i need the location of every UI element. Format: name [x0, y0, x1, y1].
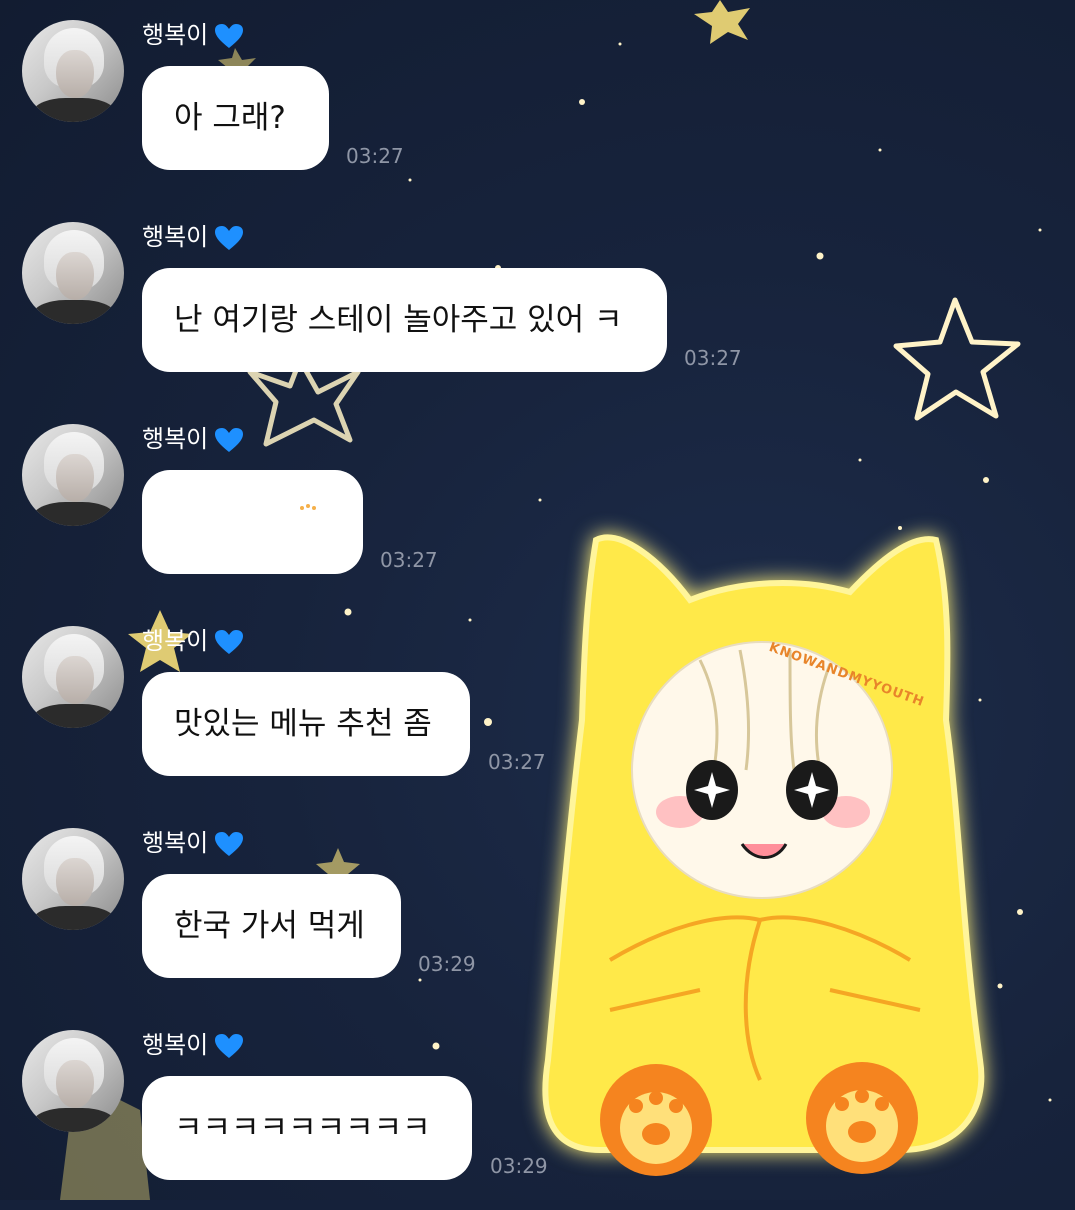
message-time: 03:29	[490, 1154, 548, 1178]
message-bubble[interactable]: ㅋㅋㅋㅋㅋㅋㅋㅋㅋ	[142, 1076, 472, 1180]
sparkle-icon	[300, 504, 316, 510]
message-row: 행복이 난 여기랑 스테이 놀아주고 있어 ㅋ 03:27	[0, 202, 1075, 402]
sender-name: 행복이	[142, 424, 244, 454]
message-time: 03:27	[488, 750, 546, 774]
message-bubble[interactable]: 난 여기랑 스테이 놀아주고 있어 ㅋ	[142, 268, 667, 372]
sender-name: 행복이	[142, 626, 244, 656]
message-text: 맛있는 메뉴 추천 좀	[174, 706, 432, 742]
avatar[interactable]	[22, 1030, 124, 1132]
blue-heart-icon	[215, 428, 244, 452]
message-text: 난 여기랑 스테이 놀아주고 있어 ㅋ	[174, 302, 623, 338]
message-text: 아 그래?	[174, 100, 286, 136]
message-row: 행복이 맛있는 메뉴 추천 좀 03:27	[0, 606, 1075, 806]
avatar[interactable]	[22, 20, 124, 122]
message-time: 03:27	[684, 346, 742, 370]
message-row: 행복이 한국 가서 먹게 03:29	[0, 808, 1075, 1008]
avatar[interactable]	[22, 222, 124, 324]
blue-heart-icon	[215, 630, 244, 654]
sender-name: 행복이	[142, 1030, 244, 1060]
message-text: 한국 가서 먹게	[174, 908, 365, 944]
blue-heart-icon	[215, 1034, 244, 1058]
message-time: 03:27	[380, 548, 438, 572]
message-row: 행복이 아 그래? 03:27	[0, 0, 1075, 200]
blue-heart-icon	[215, 226, 244, 250]
message-bubble[interactable]	[142, 470, 363, 574]
sender-name: 행복이	[142, 222, 244, 252]
message-time: 03:29	[418, 952, 476, 976]
message-text: ㅋㅋㅋㅋㅋㅋㅋㅋㅋ	[174, 1110, 431, 1146]
blue-heart-icon	[215, 832, 244, 856]
avatar[interactable]	[22, 424, 124, 526]
sender-name: 행복이	[142, 828, 244, 858]
message-bubble[interactable]: 아 그래?	[142, 66, 329, 170]
message-row: 행복이 ㅋㅋㅋㅋㅋㅋㅋㅋㅋ 03:29	[0, 1010, 1075, 1210]
avatar[interactable]	[22, 626, 124, 728]
sender-name: 행복이	[142, 20, 244, 50]
message-bubble[interactable]: 맛있는 메뉴 추천 좀	[142, 672, 470, 776]
avatar[interactable]	[22, 828, 124, 930]
message-bubble[interactable]: 한국 가서 먹게	[142, 874, 401, 978]
message-time: 03:27	[346, 144, 404, 168]
blue-heart-icon	[215, 24, 244, 48]
message-row: 행복이 03:27	[0, 404, 1075, 604]
